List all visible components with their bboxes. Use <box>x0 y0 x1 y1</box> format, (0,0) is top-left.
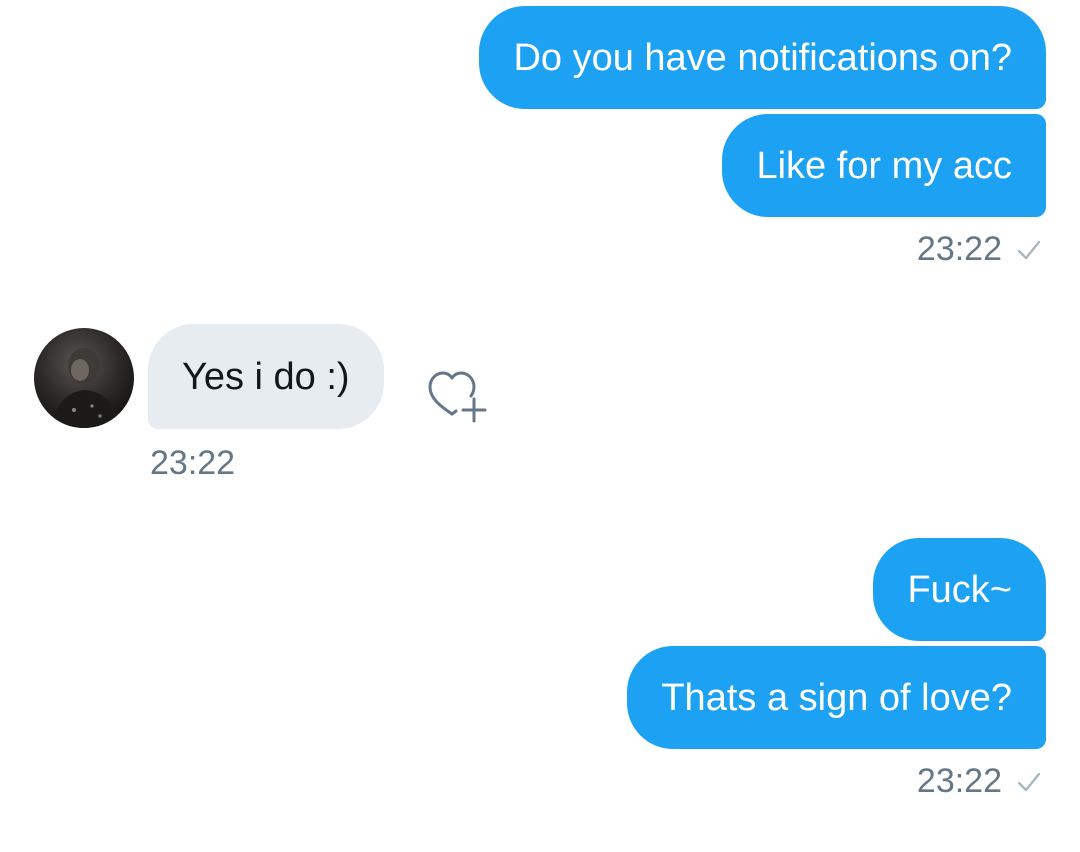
timestamp-text: 23:22 <box>150 444 236 482</box>
message-text: Thats a sign of love? <box>661 676 1012 719</box>
message-text: Yes i do :) <box>182 355 350 398</box>
message-timestamp: 23:22 <box>917 230 1042 269</box>
message-bubble-incoming[interactable]: Yes i do :) <box>148 324 384 429</box>
message-bubble-outgoing[interactable]: Fuck~ <box>873 538 1046 641</box>
avatar[interactable] <box>34 328 134 428</box>
message-text: Fuck~ <box>907 568 1012 611</box>
message-text: Like for my acc <box>756 144 1012 187</box>
message-bubble-outgoing[interactable]: Thats a sign of love? <box>627 646 1046 749</box>
message-text: Do you have notifications on? <box>513 36 1012 79</box>
timestamp-text: 23:22 <box>916 762 1002 800</box>
message-timestamp: 23:22 <box>150 444 235 483</box>
message-bubble-outgoing[interactable]: Do you have notifications on? <box>479 6 1046 109</box>
timestamp-text: 23:22 <box>916 230 1002 268</box>
conversation: Do you have notifications on? Like for m… <box>0 0 1080 852</box>
message-timestamp: 23:22 <box>917 762 1042 801</box>
check-icon <box>1017 772 1041 791</box>
like-message-button[interactable] <box>426 368 488 426</box>
avatar-image <box>52 348 120 428</box>
heart-plus-icon <box>428 371 487 423</box>
message-bubble-outgoing[interactable]: Like for my acc <box>722 114 1046 217</box>
check-icon <box>1017 240 1041 259</box>
